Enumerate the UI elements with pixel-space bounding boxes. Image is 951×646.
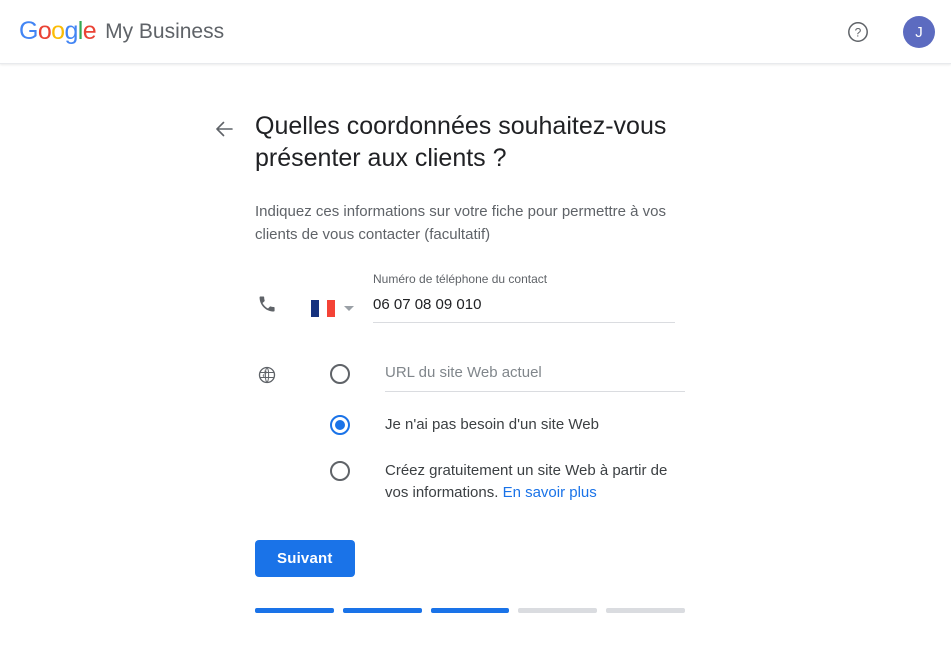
progress-segment-2 [342, 608, 422, 613]
free-website-option[interactable]: Créez gratuitement un site Web à partir … [255, 460, 685, 504]
website-url-option: URL du site Web actuel [255, 363, 685, 392]
arrow-left-icon[interactable] [211, 116, 237, 142]
contact-form: Numéro de téléphone du contact 06 07 08 … [255, 272, 685, 613]
form-column: Quelles coordonnées souhaitez-vous prése… [216, 110, 685, 613]
progress-segment-1 [255, 608, 334, 613]
brand-logo[interactable]: Google My Business [19, 0, 224, 63]
logo-letter-o1: o [37, 17, 52, 45]
logo-letter-g1: G [19, 17, 38, 45]
progress-segment-5 [606, 608, 685, 613]
no-website-option[interactable]: Je n'ai pas besoin d'un site Web [255, 414, 685, 438]
phone-input[interactable]: Numéro de téléphone du contact 06 07 08 … [373, 272, 675, 323]
product-name: My Business [105, 20, 225, 43]
avatar[interactable]: J [903, 16, 935, 48]
country-selector[interactable] [311, 300, 354, 317]
option-icon-spacer [255, 414, 279, 438]
logo-letter-g2: g [64, 17, 78, 45]
no-website-label: Je n'ai pas besoin d'un site Web [385, 416, 599, 433]
page-subtitle: Indiquez ces informations sur votre fich… [255, 203, 667, 243]
next-button[interactable]: Suivant [255, 540, 355, 577]
google-wordmark: Google [19, 17, 97, 45]
page-title: Quelles coordonnées souhaitez-vous prése… [255, 112, 667, 172]
learn-more-link[interactable]: En savoir plus [503, 484, 597, 501]
phone-value: 06 07 08 09 010 [373, 296, 482, 313]
website-url-placeholder: URL du site Web actuel [385, 364, 542, 381]
logo-letter-e: e [82, 17, 97, 45]
main-content: Quelles coordonnées souhaitez-vous prése… [0, 64, 951, 613]
logo-letter-o2: o [51, 17, 65, 45]
header-actions: ? J [840, 0, 951, 64]
avatar-initial: J [915, 23, 923, 41]
radio-existing-url[interactable] [330, 364, 350, 384]
option-icon-spacer [255, 460, 279, 484]
radio-no-website[interactable] [330, 415, 350, 435]
globe-icon [255, 363, 279, 387]
help-circle-icon[interactable]: ? [840, 14, 876, 50]
france-flag-icon [311, 300, 335, 317]
progress-segment-3 [430, 608, 510, 613]
website-url-input[interactable]: URL du site Web actuel [385, 363, 685, 392]
progress-indicator [255, 608, 685, 613]
free-website-label: Créez gratuitement un site Web à partir … [385, 460, 685, 504]
phone-icon [255, 292, 279, 316]
svg-text:?: ? [855, 25, 862, 39]
phone-label: Numéro de téléphone du contact [373, 272, 548, 286]
chevron-down-icon [344, 306, 354, 311]
progress-segment-4 [518, 608, 598, 613]
radio-free-website[interactable] [330, 461, 350, 481]
app-header: Google My Business ? J [0, 0, 951, 64]
phone-row: Numéro de téléphone du contact 06 07 08 … [255, 272, 685, 323]
